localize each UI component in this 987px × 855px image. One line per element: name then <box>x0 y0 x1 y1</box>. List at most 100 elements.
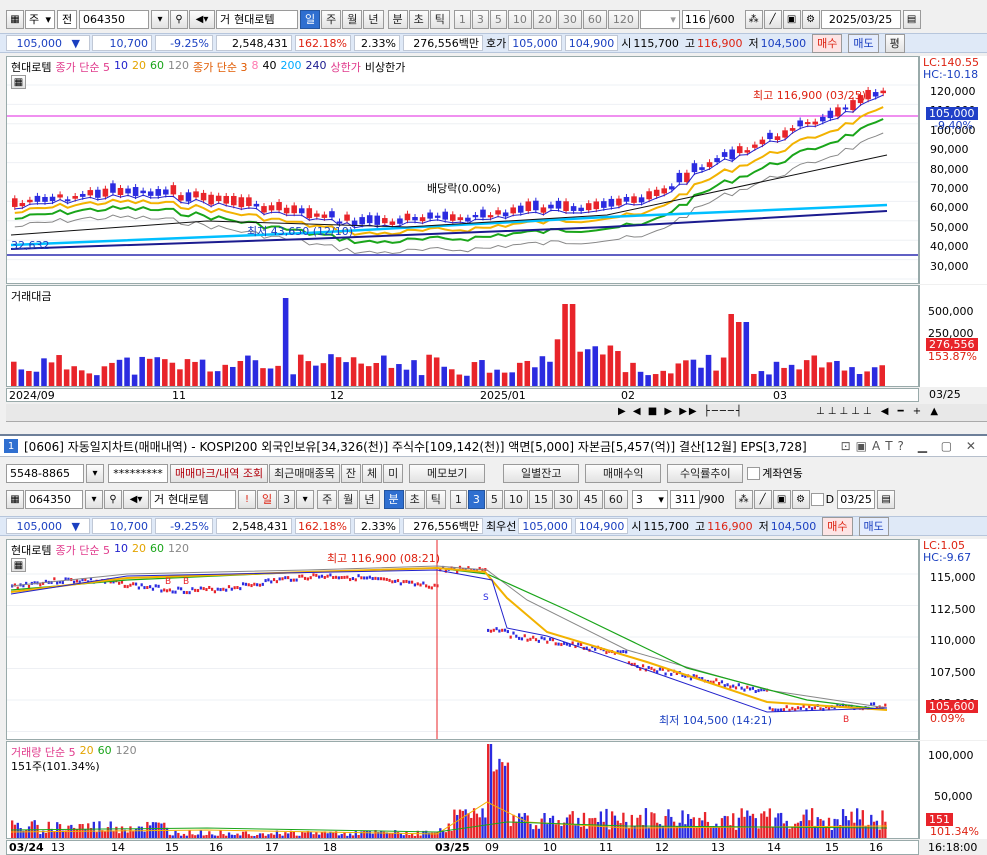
account-input[interactable]: 5548-8865 <box>6 463 84 483</box>
daily-balance-button[interactable]: 일별잔고 <box>503 463 580 483</box>
calendar-icon[interactable]: ▤ <box>877 489 896 509</box>
stock-name-field[interactable]: 거 현대로템 <box>150 489 236 509</box>
recent-trade-button[interactable]: 최근매매종목 <box>269 463 340 483</box>
save-icon[interactable]: ▣ <box>772 489 791 509</box>
eval-button[interactable]: 평 <box>884 33 905 53</box>
stock-name-field[interactable]: 거 현대로템 <box>216 9 298 29</box>
dropdown-icon[interactable]: ▾ <box>85 489 103 509</box>
search-icon[interactable]: ⚲ <box>104 489 122 509</box>
yield-trend-button[interactable]: 수익률추이 <box>667 463 744 483</box>
vol-current-pct: 153.87% <box>928 350 977 363</box>
gear-icon[interactable]: ⚙ <box>791 489 810 509</box>
buy-button[interactable]: 매수 <box>822 516 853 536</box>
dropdown-icon[interactable]: ▾ <box>151 9 169 29</box>
interval-select[interactable]: ▾ <box>639 9 680 29</box>
bottom-price-chart[interactable]: B B S B 현대로템 종가 단순 5 10 20 60 120 ▦ 최고 116,… <box>6 539 919 740</box>
top-volume-chart[interactable]: 거래대금 <box>6 285 919 387</box>
second-button[interactable]: 초 <box>408 9 429 29</box>
interval-60-button[interactable]: 60 <box>603 489 628 509</box>
gear-icon[interactable]: ⚙ <box>801 9 820 29</box>
speaker-icon[interactable]: ◀▾ <box>123 489 149 509</box>
grid-toggle-icon[interactable]: ▦ <box>11 558 26 572</box>
period-month-button[interactable]: 월 <box>342 9 363 29</box>
grid-toggle-icon[interactable]: ▦ <box>11 75 26 89</box>
interval-1-button[interactable]: 1 <box>453 9 471 29</box>
sell-button[interactable]: 매도 <box>858 516 889 536</box>
minute-button[interactable]: 분 <box>383 489 404 509</box>
volume-bar <box>272 834 276 838</box>
filled-button[interactable]: 체 <box>362 463 383 483</box>
period-year-button[interactable]: 년 <box>359 489 380 509</box>
period-week-button[interactable]: 주 <box>317 489 338 509</box>
window-controls-icon[interactable]: ⊡▣ΑТ? ▁ ▢ ✕ <box>841 439 981 453</box>
d-checkbox[interactable] <box>810 492 824 506</box>
count-input[interactable]: 116 <box>681 9 710 29</box>
interval-5-button[interactable]: 5 <box>489 9 507 29</box>
market-select[interactable]: 주 ▾ <box>25 9 55 29</box>
interval-120-button[interactable]: 120 <box>607 9 639 29</box>
layout-icon[interactable]: ▦ <box>6 9 24 29</box>
interval-30-button[interactable]: 30 <box>557 9 582 29</box>
top-scrollbar[interactable]: ▶ ◀ ■ ▶ ▶▶ ├───┤ ⊥⊥⊥⊥⊥ ◀ ━ + ▲ <box>6 404 987 422</box>
day-num-select[interactable]: 3 <box>278 489 296 509</box>
tick-button[interactable]: 틱 <box>429 9 450 29</box>
calendar-icon[interactable]: ▤ <box>902 9 921 29</box>
second-button[interactable]: 초 <box>404 489 425 509</box>
speaker-icon[interactable]: ◀▾ <box>189 9 215 29</box>
mark-query-button[interactable]: 매매마크/내역 조회 <box>170 463 269 483</box>
scroll-controls-icon[interactable]: ▶ ◀ ■ ▶ ▶▶ ├───┤ <box>618 406 744 417</box>
volume-bar <box>625 821 628 838</box>
candle <box>601 201 607 208</box>
interval-3-button[interactable]: 3 <box>471 9 489 29</box>
period-day-button[interactable]: 일 <box>300 9 321 29</box>
interval-60-button[interactable]: 60 <box>582 9 607 29</box>
draw-line-icon[interactable]: ╱ <box>753 489 772 509</box>
balance-button[interactable]: 잔 <box>340 463 362 483</box>
volume-bar <box>732 813 735 838</box>
draw-line-icon[interactable]: ╱ <box>763 9 782 29</box>
interval-45-button[interactable]: 45 <box>578 489 603 509</box>
count-input[interactable]: 311 <box>669 489 700 509</box>
period-month-button[interactable]: 월 <box>338 489 359 509</box>
trade-profit-button[interactable]: 매매수익 <box>585 463 662 483</box>
interval-10-button[interactable]: 10 <box>507 9 532 29</box>
account-dropdown-icon[interactable]: ▾ <box>86 463 104 483</box>
interval-30-button[interactable]: 30 <box>553 489 578 509</box>
chart-tools-icon[interactable]: ⁂ <box>744 9 763 29</box>
stock-code-input[interactable]: 064350 <box>25 489 83 509</box>
memo-button[interactable]: 메모보기 <box>409 463 486 483</box>
alert-icon[interactable]: ! <box>238 489 256 509</box>
interval-3-button[interactable]: 3 <box>467 489 485 509</box>
date-input[interactable]: 03/25 <box>837 489 876 509</box>
sell-button[interactable]: 매도 <box>848 33 879 53</box>
interval-20-button[interactable]: 20 <box>532 9 557 29</box>
bottom-volume-chart[interactable]: 거래량 단순 5 20 60 120 151주(101.34%) <box>6 741 919 839</box>
unfilled-button[interactable]: 미 <box>383 463 404 483</box>
save-icon[interactable]: ▣ <box>782 9 801 29</box>
date-input[interactable]: 2025/03/25 <box>820 9 901 29</box>
interval-select[interactable]: 3 ▾ <box>631 489 668 509</box>
account-link-checkbox[interactable] <box>747 466 761 480</box>
interval-5-button[interactable]: 5 <box>485 489 503 509</box>
layout-icon[interactable]: ▦ <box>6 489 24 509</box>
candle <box>363 576 366 580</box>
day-num-dropdown-icon[interactable]: ▾ <box>296 489 315 509</box>
period-year-button[interactable]: 년 <box>363 9 384 29</box>
buy-button[interactable]: 매수 <box>812 33 843 53</box>
period-day-button[interactable]: 일 <box>257 489 278 509</box>
interval-10-button[interactable]: 10 <box>503 489 528 509</box>
search-icon[interactable]: ⚲ <box>170 9 188 29</box>
chart-tools-icon[interactable]: ⁂ <box>734 489 753 509</box>
period-week-button[interactable]: 주 <box>321 9 342 29</box>
zoom-controls-icon[interactable]: ⊥⊥⊥⊥⊥ ◀ ━ + ▲ <box>816 406 941 417</box>
top-price-chart[interactable]: 현대로템 종가 단순 5 10 20 60 120 종가 단순 3 8 40 2… <box>6 56 919 284</box>
account-link-label: 계좌연동 <box>762 467 803 480</box>
password-input[interactable]: ********* <box>108 463 168 483</box>
type-select[interactable]: 전 <box>57 9 77 29</box>
interval-1-button[interactable]: 1 <box>449 489 467 509</box>
interval-15-button[interactable]: 15 <box>528 489 553 509</box>
minute-button[interactable]: 분 <box>387 9 408 29</box>
tick-button[interactable]: 틱 <box>425 489 446 509</box>
volume-bar <box>281 835 284 838</box>
stock-code-input[interactable]: 064350 <box>79 9 149 29</box>
